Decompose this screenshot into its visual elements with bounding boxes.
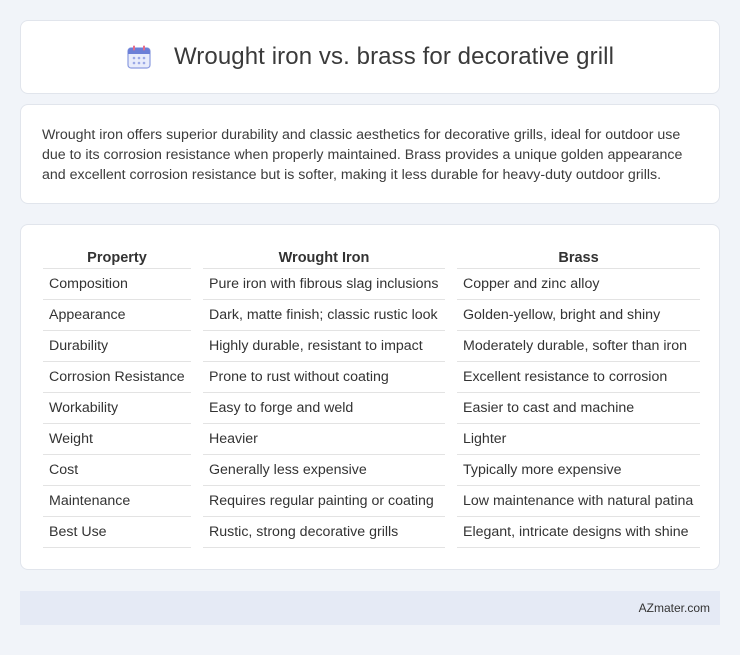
cell-property: Maintenance bbox=[43, 486, 191, 517]
cell-brass: Elegant, intricate designs with shine bbox=[457, 517, 700, 548]
summary-text: Wrought iron offers superior durability … bbox=[42, 127, 683, 183]
cell-property: Workability bbox=[43, 393, 191, 424]
table-row: Weight Heavier Lighter bbox=[43, 424, 700, 455]
cell-property: Appearance bbox=[43, 300, 191, 331]
cell-brass: Low maintenance with natural patina bbox=[457, 486, 700, 517]
comparison-table-card: Property Wrought Iron Brass Composition … bbox=[20, 224, 720, 570]
cell-wrought-iron: Heavier bbox=[203, 424, 445, 455]
footer-site-link[interactable]: AZmater.com bbox=[639, 601, 710, 615]
table-row: Cost Generally less expensive Typically … bbox=[43, 455, 700, 486]
cell-property: Composition bbox=[43, 269, 191, 300]
table-row: Workability Easy to forge and weld Easie… bbox=[43, 393, 700, 424]
cell-brass: Copper and zinc alloy bbox=[457, 269, 700, 300]
calendar-icon bbox=[127, 45, 151, 69]
cell-wrought-iron: Pure iron with fibrous slag inclusions bbox=[203, 269, 445, 300]
cell-brass: Typically more expensive bbox=[457, 455, 700, 486]
cell-property: Weight bbox=[43, 424, 191, 455]
cell-wrought-iron: Easy to forge and weld bbox=[203, 393, 445, 424]
footer: AZmater.com bbox=[20, 591, 720, 625]
table-row: Durability Highly durable, resistant to … bbox=[43, 331, 700, 362]
cell-property: Cost bbox=[43, 455, 191, 486]
header-wrought-iron: Wrought Iron bbox=[203, 247, 445, 269]
cell-wrought-iron: Requires regular painting or coating bbox=[203, 486, 445, 517]
cell-property: Durability bbox=[43, 331, 191, 362]
summary-card: Wrought iron offers superior durability … bbox=[20, 104, 720, 204]
cell-wrought-iron: Highly durable, resistant to impact bbox=[203, 331, 445, 362]
cell-wrought-iron: Generally less expensive bbox=[203, 455, 445, 486]
cell-property: Best Use bbox=[43, 517, 191, 548]
cell-wrought-iron: Rustic, strong decorative grills bbox=[203, 517, 445, 548]
table-row: Maintenance Requires regular painting or… bbox=[43, 486, 700, 517]
table-row: Best Use Rustic, strong decorative grill… bbox=[43, 517, 700, 548]
cell-property: Corrosion Resistance bbox=[43, 362, 191, 393]
cell-wrought-iron: Dark, matte finish; classic rustic look bbox=[203, 300, 445, 331]
cell-brass: Lighter bbox=[457, 424, 700, 455]
cell-brass: Golden-yellow, bright and shiny bbox=[457, 300, 700, 331]
cell-brass: Moderately durable, softer than iron bbox=[457, 331, 700, 362]
table-header-row: Property Wrought Iron Brass bbox=[43, 247, 700, 269]
comparison-table: Property Wrought Iron Brass Composition … bbox=[43, 247, 700, 548]
table-row: Appearance Dark, matte finish; classic r… bbox=[43, 300, 700, 331]
cell-wrought-iron: Prone to rust without coating bbox=[203, 362, 445, 393]
header-property: Property bbox=[43, 247, 191, 269]
table-row: Composition Pure iron with fibrous slag … bbox=[43, 269, 700, 300]
page-title: Wrought iron vs. brass for decorative gr… bbox=[173, 43, 615, 70]
cell-brass: Excellent resistance to corrosion bbox=[457, 362, 700, 393]
title-card: Wrought iron vs. brass for decorative gr… bbox=[20, 20, 720, 94]
header-brass: Brass bbox=[457, 247, 700, 269]
cell-brass: Easier to cast and machine bbox=[457, 393, 700, 424]
table-row: Corrosion Resistance Prone to rust witho… bbox=[43, 362, 700, 393]
